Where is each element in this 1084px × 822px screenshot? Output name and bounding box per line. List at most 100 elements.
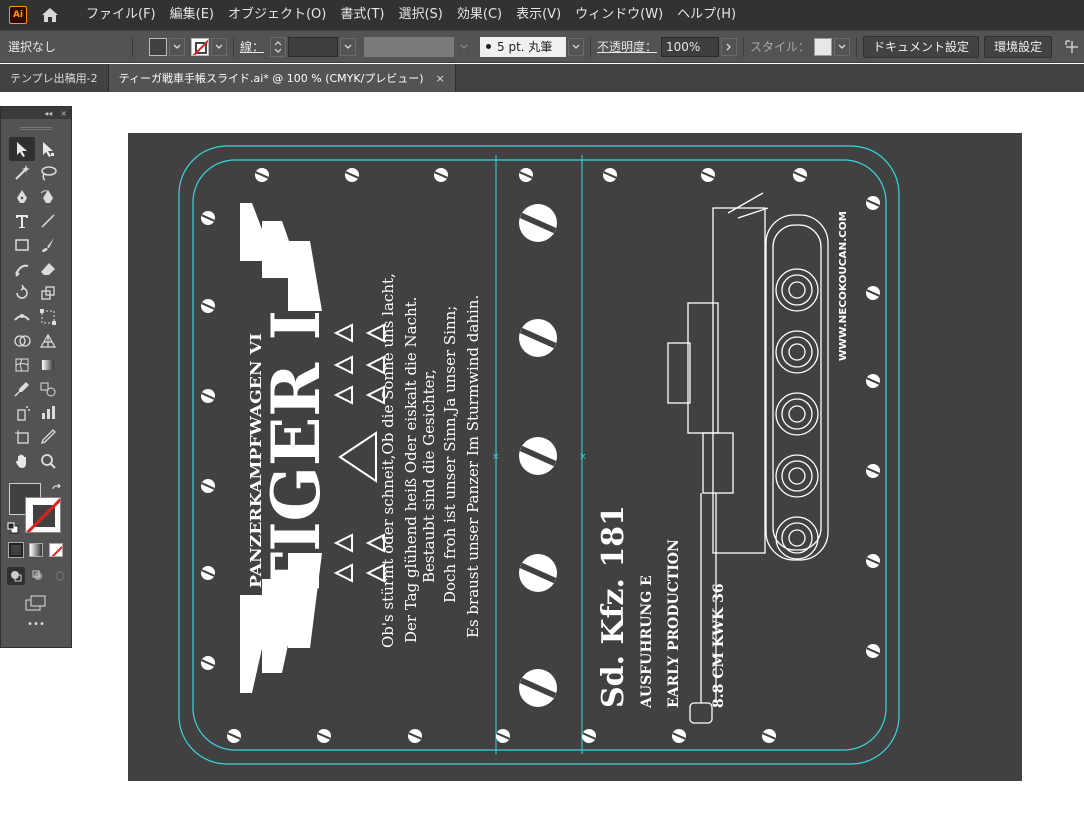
verse-line: Doch froh ist unser Sinn,Ja unser Sinn; [441,306,459,603]
panel-grip[interactable] [1,119,71,137]
swap-fill-stroke-icon[interactable] [51,481,63,493]
close-icon[interactable]: × [60,109,67,118]
opacity-expand[interactable] [721,37,738,56]
menu-select[interactable]: 選択(S) [391,0,449,30]
blend-tool-icon[interactable] [35,377,61,401]
screw-head [866,196,880,210]
menu-help[interactable]: ヘルプ(H) [670,0,743,30]
arrange-icon[interactable] [1062,37,1082,57]
zoom-tool-icon[interactable] [35,449,61,473]
screw-head [519,437,557,475]
opacity-input[interactable]: 100% [661,36,720,57]
menu-window[interactable]: ウィンドウ(W) [568,0,670,30]
mesh-tool-icon[interactable] [9,353,35,377]
perspective-grid-tool-icon[interactable] [35,329,61,353]
menu-edit[interactable]: 編集(E) [163,0,221,30]
slice-tool-icon[interactable] [35,425,61,449]
symbol-sprayer-tool-icon[interactable] [9,401,35,425]
stroke-weight-label[interactable]: 線： [240,38,264,55]
gradient-tool-icon[interactable] [35,353,61,377]
variable-width-profile[interactable] [364,36,455,57]
style-label: スタイル： [750,40,811,54]
screw-head [496,729,510,743]
fill-swatch[interactable] [149,37,167,56]
none-mode-icon[interactable] [49,543,63,557]
stroke-swatch[interactable] [191,37,209,56]
screen-mode-icon[interactable] [1,595,71,611]
selection-tool-icon[interactable] [9,137,35,161]
draw-normal-icon[interactable] [7,567,25,585]
style-dropdown[interactable] [834,37,851,56]
tab-label: テンプレ出稿用-2 [10,72,98,85]
artboard-tool-icon[interactable] [9,425,35,449]
profile-dropdown[interactable] [456,37,473,56]
no-stroke-icon [26,498,60,532]
hand-tool-icon[interactable] [9,449,35,473]
rotate-tool-icon[interactable] [9,281,35,305]
gradient-mode-icon[interactable] [29,543,43,557]
type-tool-icon[interactable] [9,209,35,233]
eyedropper-tool-icon[interactable] [9,377,35,401]
home-icon[interactable] [39,4,61,26]
menu-view[interactable]: 表示(V) [509,0,568,30]
menu-effect[interactable]: 効果(C) [450,0,509,30]
control-bar: 選択なし 線： 5 pt. 丸筆 不透明度： 100% スタイル： ドキュメント… [0,30,1084,63]
lasso-tool-icon[interactable] [35,161,61,185]
rectangle-tool-icon[interactable] [9,233,35,257]
designation-text: Sd. Kfz. 181 [596,505,631,708]
stroke-color-box[interactable] [25,497,61,533]
line-segment-tool-icon[interactable] [35,209,61,233]
menu-type[interactable]: 書式(T) [333,0,391,30]
tool-row [1,305,71,329]
document-setup-button[interactable]: ドキュメント設定 [863,35,980,58]
more-tools-icon[interactable]: ••• [1,619,71,630]
width-tool-icon[interactable] [9,305,35,329]
magic-wand-tool-icon[interactable] [9,161,35,185]
opacity-label[interactable]: 不透明度： [597,38,657,55]
column-graph-tool-icon[interactable] [35,401,61,425]
draw-inside-icon[interactable] [51,567,69,585]
direct-selection-tool-icon[interactable] [35,137,61,161]
verse-line: Es braust unser Panzer Im Sturmwind dahi… [464,295,482,638]
eraser-tool-icon[interactable] [35,257,61,281]
tool-row [1,137,71,161]
preferences-button[interactable]: 環境設定 [984,35,1053,58]
fill-stroke-widget [1,479,71,541]
paintbrush-tool-icon[interactable] [35,233,61,257]
brush-dropdown[interactable] [568,37,585,56]
pen-tool-icon[interactable] [9,185,35,209]
stroke-dropdown[interactable] [211,37,227,56]
close-icon[interactable]: × [436,72,445,85]
screw-head [762,729,776,743]
stroke-weight-dropdown[interactable] [340,37,357,56]
fill-dropdown[interactable] [169,37,185,56]
tool-row [1,257,71,281]
artboard[interactable]: × × PANZERKAMPFWAGEN VI TIGER I Ob's stü… [128,133,1022,781]
screw-head [519,319,557,357]
screw-head [434,168,448,182]
screw-head [866,286,880,300]
curvature-tool-icon[interactable] [35,185,61,209]
brush-definition[interactable]: 5 pt. 丸筆 [480,36,567,57]
screw-head [519,669,557,707]
draw-behind-icon[interactable] [29,567,47,585]
menu-file[interactable]: ファイル(F) [79,0,163,30]
tab-template[interactable]: テンプレ出稿用-2 [0,64,109,92]
graphic-style-swatch[interactable] [814,37,833,56]
default-colors-icon[interactable] [7,519,19,534]
shaper-tool-icon[interactable] [9,257,35,281]
stroke-weight-input[interactable] [288,36,339,57]
free-transform-tool-icon[interactable] [35,305,61,329]
tab-tiger-slide[interactable]: ティーガ戦車手帳スライド.ai* @ 100 % (CMYK/プレビュー) × [108,64,456,92]
menu-object[interactable]: オブジェクト(O) [221,0,333,30]
road-wheel [788,467,806,485]
shape-builder-tool-icon[interactable] [9,329,35,353]
collapse-icon[interactable]: ◂◂ [44,109,52,118]
divider [743,36,745,57]
stroke-weight-stepper[interactable] [270,36,287,57]
chevron-down-icon [838,44,846,49]
scale-tool-icon[interactable] [35,281,61,305]
color-mode-icon[interactable] [8,542,24,558]
tools-panel-header: ◂◂ × [1,107,71,119]
tool-row [1,233,71,257]
